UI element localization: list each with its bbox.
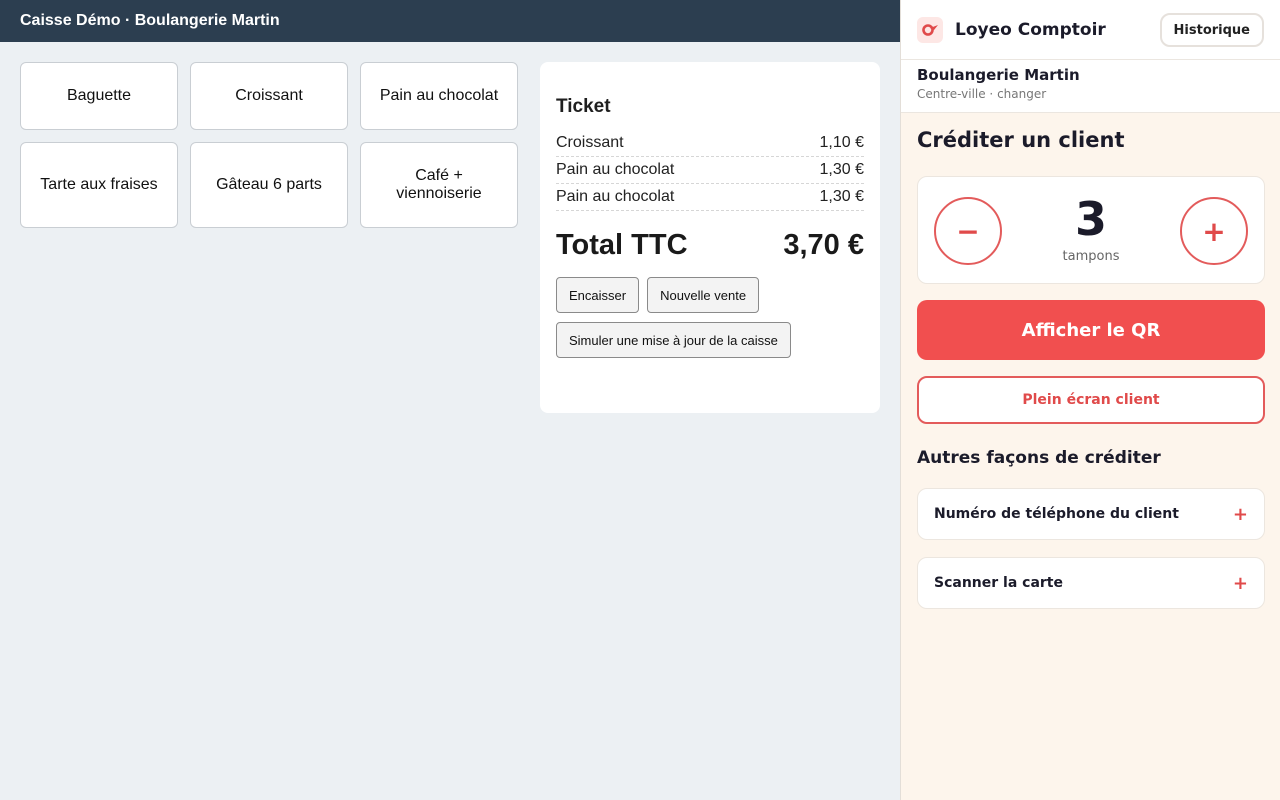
ticket-line-price: 1,30 €	[819, 161, 864, 178]
ticket-line-price: 1,10 €	[819, 134, 864, 151]
ticket-line-price: 1,30 €	[819, 188, 864, 205]
scan-card-option[interactable]: Scanner la carte +	[917, 557, 1265, 609]
shop-name: Boulangerie Martin	[917, 66, 1080, 84]
shop-location-change[interactable]: Centre-ville · changer	[917, 87, 1280, 101]
ticket-title: Ticket	[556, 96, 611, 117]
ticket-line-name: Pain au chocolat	[556, 188, 675, 205]
checkout-button[interactable]: Encaisser	[556, 277, 640, 313]
ticket-card: Ticket Croissant 1,10 € Pain au chocolat…	[540, 62, 880, 413]
brand-name: Loyeo Comptoir	[955, 20, 1106, 40]
product-button-pain-au-chocolat[interactable]: Pain au chocolat	[360, 62, 518, 130]
stamp-stepper: − 3 tampons +	[917, 176, 1265, 284]
total-value: 3,70 €	[783, 229, 864, 261]
product-button-tarte-aux-fraises[interactable]: Tarte aux fraises	[20, 142, 178, 228]
product-button-gateau-6-parts[interactable]: Gâteau 6 parts	[190, 142, 348, 228]
product-button-cafe-viennoiserie[interactable]: Café + viennoiserie	[360, 142, 518, 228]
simulate-update-button[interactable]: Simuler une mise à jour de la caisse	[556, 322, 791, 358]
ticket-actions-2: Simuler une mise à jour de la caisse	[556, 322, 864, 358]
ticket-line-name: Croissant	[556, 134, 624, 151]
shop-info[interactable]: Boulangerie Martin Centre-ville · change…	[901, 60, 1280, 113]
increment-button[interactable]: +	[1180, 197, 1248, 265]
credit-title: Créditer un client	[917, 128, 1125, 152]
product-button-croissant[interactable]: Croissant	[190, 62, 348, 130]
ticket-line: Pain au chocolat 1,30 €	[556, 184, 864, 211]
product-button-baguette[interactable]: Baguette	[20, 62, 178, 130]
total-label: Total TTC	[556, 229, 688, 261]
option-label: Scanner la carte	[934, 575, 1063, 591]
new-sale-button[interactable]: Nouvelle vente	[647, 277, 760, 313]
plus-icon: +	[1232, 572, 1248, 594]
phone-number-option[interactable]: Numéro de téléphone du client +	[917, 488, 1265, 540]
pos-area: Caisse Démo · Boulangerie Martin Baguett…	[0, 0, 900, 800]
ticket-line-name: Pain au chocolat	[556, 161, 675, 178]
plus-icon: +	[1232, 503, 1248, 525]
ticket-actions: Encaisser Nouvelle vente	[556, 277, 864, 313]
ticket-line: Pain au chocolat 1,30 €	[556, 157, 864, 184]
ticket-total: Total TTC 3,70 €	[556, 225, 864, 265]
pos-header-title: Caisse Démo · Boulangerie Martin	[0, 0, 900, 42]
plus-icon: +	[1202, 214, 1226, 248]
brand-logo-icon	[917, 17, 943, 43]
other-methods-title: Autres façons de créditer	[917, 448, 1161, 468]
product-grid: Baguette Croissant Pain au chocolat Tart…	[20, 62, 520, 228]
loyalty-panel: Loyeo Comptoir Historique Boulangerie Ma…	[900, 0, 1280, 800]
show-qr-button[interactable]: Afficher le QR	[917, 300, 1265, 360]
history-button[interactable]: Historique	[1159, 13, 1264, 47]
panel-header: Loyeo Comptoir Historique	[901, 0, 1280, 60]
fullscreen-client-button[interactable]: Plein écran client	[917, 376, 1265, 424]
ticket-line: Croissant 1,10 €	[556, 130, 864, 157]
option-label: Numéro de téléphone du client	[934, 506, 1179, 522]
